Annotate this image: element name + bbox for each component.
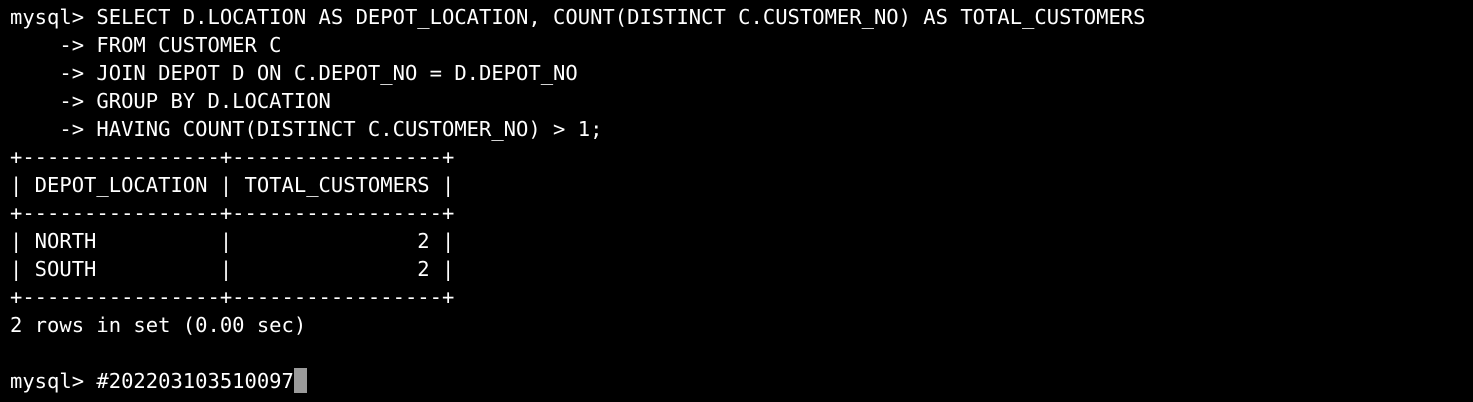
table-border-bottom: +----------------+-----------------+ <box>10 285 455 309</box>
query-line-having: -> HAVING COUNT(DISTINCT C.CUSTOMER_NO) … <box>10 117 603 141</box>
text-cursor <box>293 368 307 393</box>
query-line-join: -> JOIN DEPOT D ON C.DEPOT_NO = D.DEPOT_… <box>10 61 578 85</box>
result-summary: 2 rows in set (0.00 sec) <box>10 313 307 337</box>
table-border-header: +----------------+-----------------+ <box>10 201 455 225</box>
table-row: | NORTH | 2 | <box>10 229 455 253</box>
query-line-from: -> FROM CUSTOMER C <box>10 33 282 57</box>
query-line-select: mysql> SELECT D.LOCATION AS DEPOT_LOCATI… <box>10 5 1146 29</box>
terminal-window[interactable]: mysql> SELECT D.LOCATION AS DEPOT_LOCATI… <box>0 0 1473 402</box>
prompt-input-text[interactable]: mysql> #202203103510097 <box>10 369 294 393</box>
query-line-group-by: -> GROUP BY D.LOCATION <box>10 89 331 113</box>
table-header-row: | DEPOT_LOCATION | TOTAL_CUSTOMERS | <box>10 173 455 197</box>
table-border-top: +----------------+-----------------+ <box>10 145 455 169</box>
input-prompt-line[interactable]: mysql> #202203103510097 <box>10 367 1473 395</box>
table-row: | SOUTH | 2 | <box>10 257 455 281</box>
